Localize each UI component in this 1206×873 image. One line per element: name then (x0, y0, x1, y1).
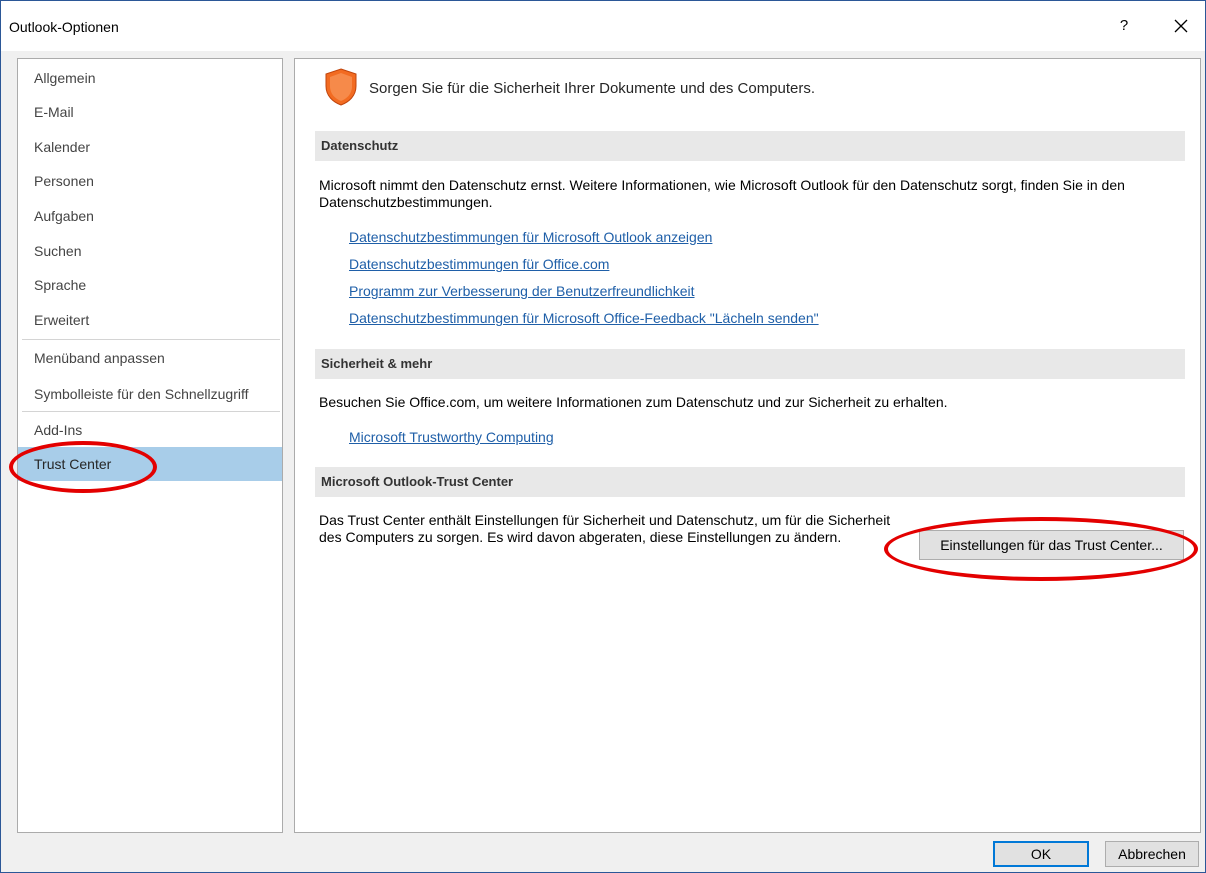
link-trustworthy-computing[interactable]: Microsoft Trustworthy Computing (349, 429, 554, 445)
trust-center-panel: Sorgen Sie für die Sicherheit Ihrer Doku… (294, 58, 1201, 833)
link-officecom-privacy[interactable]: Datenschutzbestimmungen für Office.com (349, 256, 609, 272)
link-outlook-privacy[interactable]: Datenschutzbestimmungen für Microsoft Ou… (349, 229, 712, 245)
nav-item-aufgaben[interactable]: Aufgaben (18, 199, 282, 233)
security-text: Besuchen Sie Office.com, um weitere Info… (319, 394, 948, 410)
nav-item-erweitert[interactable]: Erweitert (18, 303, 282, 337)
nav-item-menueband-anpassen[interactable]: Menüband anpassen (18, 341, 282, 375)
nav-item-allgemein[interactable]: Allgemein (18, 61, 282, 95)
title-bar: Outlook-Optionen ? (1, 1, 1205, 51)
nav-item-sprache[interactable]: Sprache (18, 268, 282, 302)
panel-header-text: Sorgen Sie für die Sicherheit Ihrer Doku… (369, 80, 816, 97)
nav-item-email[interactable]: E-Mail (18, 95, 282, 129)
help-button[interactable]: ? (1109, 11, 1139, 41)
section-header-trust-center: Microsoft Outlook-Trust Center (315, 467, 1185, 497)
shield-icon (325, 68, 357, 106)
privacy-text: Microsoft nimmt den Datenschutz ernst. W… (319, 177, 1125, 210)
outlook-options-dialog: Outlook-Optionen ? Allgemein E-Mail Kale… (0, 0, 1206, 873)
section-header-privacy: Datenschutz (315, 131, 1185, 161)
link-feedback-privacy[interactable]: Datenschutzbestimmungen für Microsoft Of… (349, 310, 819, 326)
close-icon (1174, 19, 1188, 33)
cancel-button[interactable]: Abbrechen (1105, 841, 1199, 867)
nav-item-suchen[interactable]: Suchen (18, 234, 282, 268)
link-ceip[interactable]: Programm zur Verbesserung der Benutzerfr… (349, 283, 695, 299)
nav-item-schnellzugriff[interactable]: Symbolleiste für den Schnellzugriff (18, 377, 282, 411)
nav-separator (22, 411, 280, 412)
window-title: Outlook-Optionen (9, 19, 119, 35)
close-button[interactable] (1163, 9, 1199, 43)
nav-item-trust-center[interactable]: Trust Center (18, 447, 282, 481)
nav-item-personen[interactable]: Personen (18, 164, 282, 198)
section-header-security: Sicherheit & mehr (315, 349, 1185, 379)
nav-separator (22, 339, 280, 340)
trust-center-text: Das Trust Center enthält Einstellungen f… (319, 512, 891, 545)
options-nav: Allgemein E-Mail Kalender Personen Aufga… (17, 58, 283, 833)
nav-item-kalender[interactable]: Kalender (18, 130, 282, 164)
trust-center-settings-button[interactable]: Einstellungen für das Trust Center... (919, 530, 1184, 560)
ok-button[interactable]: OK (993, 841, 1089, 867)
nav-item-add-ins[interactable]: Add-Ins (18, 413, 282, 447)
